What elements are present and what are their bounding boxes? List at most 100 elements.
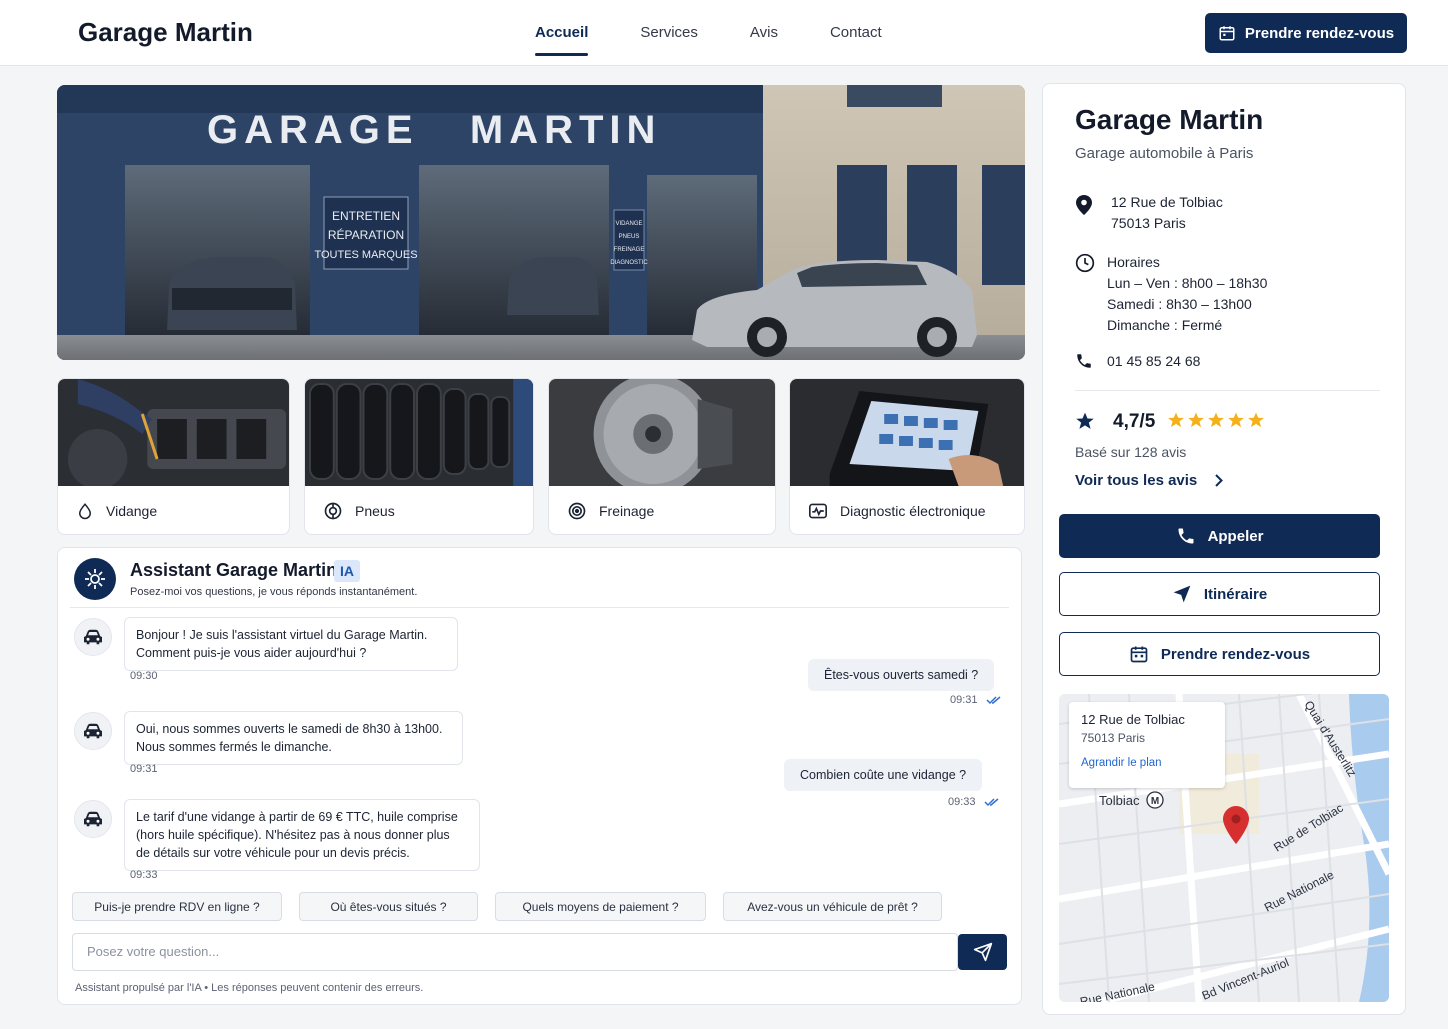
header-book-button[interactable]: Prendre rendez-vous xyxy=(1205,13,1407,53)
clock-icon xyxy=(1075,253,1095,273)
call-button[interactable]: Appeler xyxy=(1059,514,1380,558)
star-icon xyxy=(1248,412,1264,428)
nav-avis[interactable]: Avis xyxy=(750,0,778,66)
calendar-icon xyxy=(1130,646,1148,663)
ia-badge: IA xyxy=(334,560,360,582)
top-header: Garage Martin Accueil Services Avis Cont… xyxy=(0,0,1448,66)
tire-icon xyxy=(324,502,342,520)
user-message-meta: 09:33 xyxy=(948,796,1000,808)
star-icon xyxy=(1228,412,1244,428)
bot-message-line: Le tarif d'une vidange à partir de 69 € … xyxy=(136,810,458,824)
map-card-street: 12 Rue de Tolbiac xyxy=(1081,712,1185,727)
address-line: 12 Rue de Tolbiac xyxy=(1111,194,1223,210)
star-icon xyxy=(1168,412,1184,428)
sidebar-subtitle: Garage automobile à Paris xyxy=(1075,145,1254,162)
star-icon xyxy=(1188,412,1204,428)
suggestion-chip[interactable]: Quels moyens de paiement ? xyxy=(495,892,706,921)
service-image-vidange xyxy=(58,379,289,486)
route-button[interactable]: Itinéraire xyxy=(1059,572,1380,616)
suggestion-chip[interactable]: Puis-je prendre RDV en ligne ? xyxy=(72,892,282,921)
chat-input[interactable]: Posez votre question... xyxy=(72,933,958,971)
bot-message-line: de détails sur votre véhicule pour un de… xyxy=(136,846,410,860)
hero-small-panel-4: DIAGNOSTIC xyxy=(610,260,648,266)
address-block: 12 Rue de Tolbiac 75013 Paris xyxy=(1111,192,1223,234)
bot-message-line: Nous sommes fermés le dimanche. xyxy=(136,740,332,754)
bot-avatar-car-icon xyxy=(74,712,112,750)
service-image-freinage xyxy=(549,379,775,486)
double-check-icon xyxy=(984,798,999,807)
header-book-label: Prendre rendez-vous xyxy=(1244,24,1395,42)
suggestion-chip[interactable]: Avez-vous un véhicule de prêt ? xyxy=(723,892,942,921)
nav-contact[interactable]: Contact xyxy=(830,0,882,66)
service-card-freinage[interactable]: Freinage xyxy=(548,378,776,535)
route-label: Itinéraire xyxy=(1203,585,1268,603)
brand-logo[interactable]: Garage Martin xyxy=(78,17,253,48)
hours-line: Dimanche : Fermé xyxy=(1107,317,1223,333)
user-message-meta: 09:31 xyxy=(950,694,1002,706)
address-line: 75013 Paris xyxy=(1111,215,1186,231)
message-timestamp: 09:30 xyxy=(130,670,158,682)
message-timestamp: 09:33 xyxy=(130,869,158,881)
map-card-city: 75013 Paris xyxy=(1081,731,1146,745)
message-timestamp: 09:33 xyxy=(948,796,976,808)
calendar-icon xyxy=(1219,26,1235,41)
service-card-pneus[interactable]: Pneus xyxy=(304,378,534,535)
bot-message-line: Oui, nous sommes ouverts le samedi de 8h… xyxy=(136,722,443,736)
chevron-right-icon xyxy=(1215,474,1224,487)
sidebar-title: Garage Martin xyxy=(1075,104,1264,135)
enlarge-map-link[interactable]: Agrandir le plan xyxy=(1081,757,1213,769)
chat-title: Assistant Garage Martin xyxy=(130,560,338,580)
location-map[interactable]: Tolbiac M Quai d'Austerlitz Rue de Tolbi… xyxy=(1059,694,1389,1002)
bot-avatar-car-icon xyxy=(74,618,112,656)
bot-message-line: (hors huile spécifique). N'hésitez pas à… xyxy=(136,828,450,842)
hero-panel-line-2: RÉPARATION xyxy=(328,227,404,242)
hero-panel-line-3: TOUTES MARQUES xyxy=(314,249,417,261)
rating-score: 4,7/5 xyxy=(1113,411,1156,432)
hero-small-panel-1: VIDANGE xyxy=(615,221,642,227)
call-label: Appeler xyxy=(1207,527,1264,545)
map-label-metro: Tolbiac xyxy=(1099,793,1140,808)
hours-line: Samedi : 8h30 – 13h00 xyxy=(1107,296,1252,312)
assistant-logo-icon xyxy=(74,558,116,600)
chat-divider xyxy=(70,607,1009,608)
user-message: Êtes-vous ouverts samedi ? xyxy=(808,659,995,691)
all-reviews-label: Voir tous les avis xyxy=(1075,472,1198,489)
service-label-pneus: Pneus xyxy=(355,503,395,519)
droplet-icon xyxy=(78,503,92,520)
map-address-card: 12 Rue de Tolbiac 75013 Paris Agrandir l… xyxy=(1069,702,1225,788)
nav-services[interactable]: Services xyxy=(640,0,698,66)
hero-panel-line-1: ENTRETIEN xyxy=(332,209,400,223)
map-metro-symbol: M xyxy=(1151,796,1159,807)
brake-disc-icon xyxy=(568,502,586,520)
rating-stars xyxy=(1167,411,1265,429)
all-reviews-link[interactable]: Voir tous les avis xyxy=(1075,472,1224,489)
send-button[interactable] xyxy=(958,934,1007,970)
double-check-icon xyxy=(986,696,1001,705)
service-label-diagnostic: Diagnostic électronique xyxy=(840,503,986,519)
sidebar-divider xyxy=(1075,390,1380,391)
nav-accueil[interactable]: Accueil xyxy=(535,0,589,66)
suggestion-chip[interactable]: Où êtes-vous situés ? xyxy=(299,892,478,921)
bot-avatar-car-icon xyxy=(74,800,112,838)
rating-star-icon xyxy=(1076,412,1094,429)
phone-icon xyxy=(1178,528,1194,544)
user-message: Combien coûte une vidange ? xyxy=(784,759,983,791)
hero-small-panel-2: PNEUS xyxy=(619,234,640,240)
service-image-pneus xyxy=(305,379,533,486)
star-icon xyxy=(1208,412,1224,428)
hero-storefront-image: GARAGE MARTIN ENTRETIEN RÉPARATION TOUTE… xyxy=(57,85,1025,360)
service-card-diagnostic[interactable]: Diagnostic électronique xyxy=(789,378,1025,535)
bot-message-line: Comment puis-je vous aider aujourd'hui ? xyxy=(136,646,367,660)
bot-message-line: Bonjour ! Je suis l'assistant virtuel du… xyxy=(136,628,428,642)
service-card-vidange[interactable]: Vidange xyxy=(57,378,290,535)
chat-assistant-panel: Assistant Garage Martin IA Posez-moi vos… xyxy=(57,547,1022,1005)
sidebar-book-button[interactable]: Prendre rendez-vous xyxy=(1059,632,1380,676)
hero-sign-text: GARAGE MARTIN xyxy=(207,108,661,152)
reviews-count: Basé sur 128 avis xyxy=(1075,444,1187,460)
diagnostic-icon xyxy=(809,503,827,519)
phone-number[interactable]: 01 45 85 24 68 xyxy=(1107,351,1200,372)
bot-message: Bonjour ! Je suis l'assistant virtuel du… xyxy=(124,617,458,671)
sidebar-book-label: Prendre rendez-vous xyxy=(1160,645,1311,663)
service-label-vidange: Vidange xyxy=(106,503,158,519)
navigation-arrow-icon xyxy=(1173,585,1191,603)
